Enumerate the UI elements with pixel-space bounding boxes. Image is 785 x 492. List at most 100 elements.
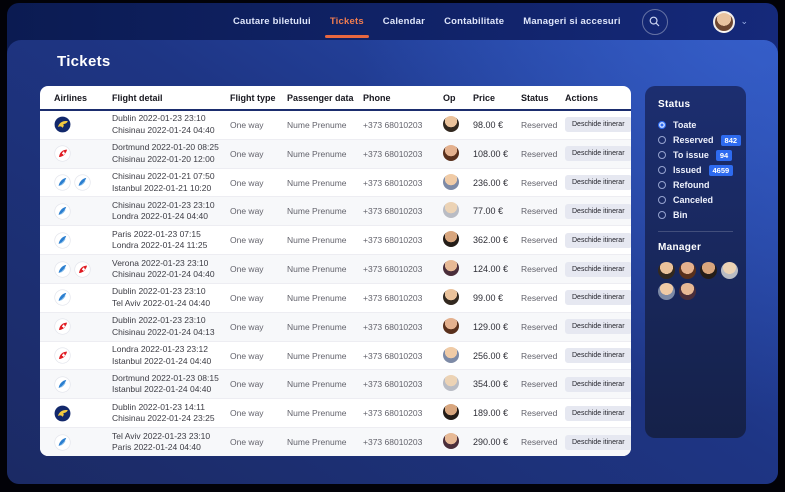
open-itinerary-button[interactable]: Deschide itinerar [565, 348, 631, 364]
open-itinerary-button[interactable]: Deschide itinerar [565, 261, 631, 277]
nav-item-calendar[interactable]: Calendar [383, 16, 425, 27]
passenger-data: Nume Prenume [287, 350, 347, 361]
open-itinerary-button[interactable]: Deschide itinerar [565, 175, 631, 191]
flight-from: Paris 2022-01-23 07:15 [112, 228, 201, 239]
airlines-cell [54, 405, 112, 422]
airline-logo-ryanair-icon [54, 116, 71, 133]
table-header-row: Airlines Flight detail Flight type Passe… [40, 86, 631, 111]
open-itinerary-button[interactable]: Deschide itinerar [565, 232, 631, 248]
table-row: Dortmund 2022-01-20 08:25 Chisinau 2022-0… [40, 139, 631, 169]
chevron-down-icon: ⌄ [740, 16, 748, 26]
open-itinerary-button[interactable]: Deschide itinerar [565, 290, 631, 306]
status-label: Reserved [521, 350, 558, 361]
table-row: Chisinau 2022-01-23 23:10 Londra 2022-01-… [40, 197, 631, 227]
flight-from: Verona 2022-01-23 23:10 [112, 257, 209, 268]
count-badge: 4659 [708, 164, 734, 176]
col-header-phone: Phone [363, 92, 391, 103]
open-itinerary-button[interactable]: Deschide itinerar [565, 434, 631, 450]
manager-avatar[interactable] [658, 283, 675, 300]
flight-type: One way [230, 321, 264, 332]
app-window: Cautare biletului Tickets Calendar Conta… [7, 3, 778, 484]
status-label: Reserved [521, 437, 558, 448]
radio-icon [658, 166, 666, 174]
airlines-cell [54, 232, 112, 249]
passenger-data: Nume Prenume [287, 119, 347, 130]
user-menu[interactable]: ⌄ [713, 10, 748, 33]
sidebar-divider [658, 231, 733, 232]
tickets-table: Airlines Flight detail Flight type Passe… [40, 86, 631, 456]
operator-avatar [443, 288, 459, 305]
status-panel-title: Status [658, 99, 691, 110]
open-itinerary-button[interactable]: Deschide itinerar [565, 117, 631, 133]
flight-to: Tel Aviv 2022-01-24 04:40 [112, 297, 211, 308]
manager-avatar[interactable] [658, 262, 675, 279]
price: 189.00 € [473, 408, 509, 419]
flight-detail: Dublin 2022-01-23 23:10 Chisinau 2022-01-… [112, 315, 230, 338]
phone: +373 68010203 [363, 292, 423, 303]
flight-from: Dortmund 2022-01-20 08:25 [112, 142, 219, 153]
phone: +373 68010203 [363, 350, 423, 361]
airline-logo-swiss-icon [54, 145, 71, 162]
flight-detail: Dortmund 2022-01-20 08:25 Chisinau 2022-0… [112, 142, 230, 165]
col-header-price: Price [473, 92, 496, 103]
operator-avatar [443, 202, 459, 219]
user-avatar[interactable] [713, 10, 736, 33]
open-itinerary-button[interactable]: Deschide itinerar [565, 376, 631, 392]
status-label: Reserved [521, 235, 558, 246]
open-itinerary-button[interactable]: Deschide itinerar [565, 319, 631, 335]
nav-item-cautare-biletului[interactable]: Cautare biletului [233, 16, 311, 27]
col-header-op: Op [443, 92, 456, 103]
col-header-airlines: Airlines [54, 92, 88, 103]
radio-icon [658, 181, 666, 189]
status-option-toate[interactable]: Toate [658, 120, 733, 130]
status-option-canceled[interactable]: Canceled [658, 195, 733, 205]
manager-avatar[interactable] [679, 262, 696, 279]
col-header-flight-type: Flight type [230, 92, 276, 103]
open-itinerary-button[interactable]: Deschide itinerar [565, 146, 631, 162]
nav-item-tickets[interactable]: Tickets [324, 16, 369, 38]
flight-type: One way [230, 148, 264, 159]
col-header-passenger-data: Passenger data [287, 92, 354, 103]
manager-section-title: Manager [658, 242, 702, 253]
status-option-bin[interactable]: Bin [658, 210, 733, 220]
airline-logo-blue-icon [54, 232, 71, 249]
status-option-refound[interactable]: Refound [658, 180, 733, 190]
flight-detail: Dublin 2022-01-23 23:10 Chisinau 2022-01-… [112, 113, 230, 136]
phone: +373 68010203 [363, 321, 423, 332]
flight-detail: Dublin 2022-01-23 23:10 Tel Aviv 2022-01-… [112, 286, 230, 309]
operator-avatar [443, 115, 459, 132]
airline-logo-blue-icon [54, 203, 71, 220]
flight-detail: Tel Aviv 2022-01-23 23:10 Paris 2022-01-2… [112, 431, 230, 454]
airline-logo-blue-icon [54, 261, 71, 278]
flight-type: One way [230, 264, 264, 275]
airline-logo-swiss-icon [54, 347, 71, 364]
manager-avatar[interactable] [679, 283, 696, 300]
search-button[interactable] [641, 8, 668, 35]
nav-item-manageri-si-accesuri[interactable]: Manageri si accesuri [523, 16, 620, 27]
passenger-data: Nume Prenume [287, 235, 347, 246]
phone: +373 68010203 [363, 206, 423, 217]
table-row: Londra 2022-01-23 23:12 Istanbul 2022-01-… [40, 342, 631, 371]
status-option-issued[interactable]: Issued 4659 [658, 164, 734, 176]
status-label: Reserved [521, 379, 558, 390]
status-label: Reserved [521, 148, 558, 159]
passenger-data: Nume Prenume [287, 379, 347, 390]
status-option-reserved[interactable]: Reserved 842 [658, 134, 742, 146]
flight-detail: Londra 2022-01-23 23:12 Istanbul 2022-01-… [112, 344, 230, 367]
flight-from: Dortmund 2022-01-23 08:15 [112, 372, 219, 383]
open-itinerary-button[interactable]: Deschide itinerar [565, 405, 631, 421]
passenger-data: Nume Prenume [287, 321, 347, 332]
status-option-to-issue[interactable]: To issue 94 [658, 149, 733, 161]
table-row: Dortmund 2022-01-23 08:15 Istanbul 2022-0… [40, 370, 631, 400]
open-itinerary-button[interactable]: Deschide itinerar [565, 203, 631, 219]
airline-logo-blue-icon [54, 174, 71, 191]
nav-item-contabilitate[interactable]: Contabilitate [444, 16, 504, 27]
manager-avatar[interactable] [700, 262, 717, 279]
airlines-cell [54, 116, 112, 133]
airline-logo-swiss-icon [74, 261, 91, 278]
manager-avatar[interactable] [721, 262, 738, 279]
status-label: Reserved [521, 177, 558, 188]
flight-detail: Chisinau 2022-01-23 23:10 Londra 2022-01-… [112, 200, 230, 223]
airlines-cell [54, 174, 112, 191]
phone: +373 68010203 [363, 235, 423, 246]
